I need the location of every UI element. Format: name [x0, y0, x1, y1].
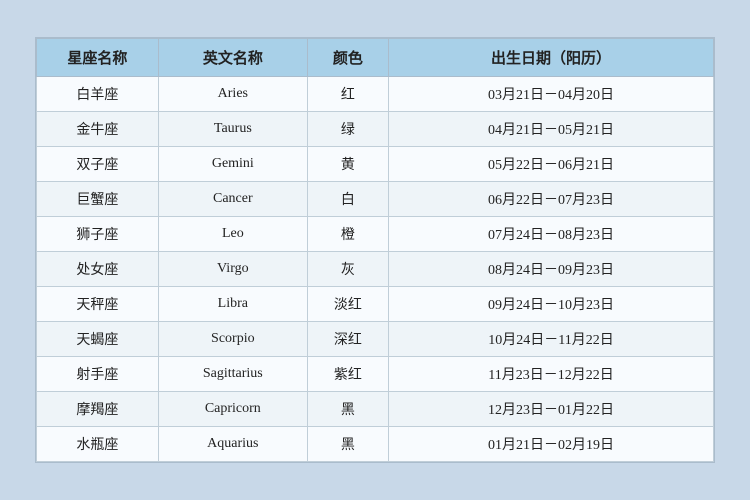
cell-date: 08月24日－09月23日: [389, 252, 714, 287]
cell-chinese: 白羊座: [37, 77, 159, 112]
table-header-row: 星座名称 英文名称 颜色 出生日期（阳历）: [37, 39, 714, 77]
table-row: 天秤座Libra淡红09月24日－10月23日: [37, 287, 714, 322]
cell-color: 红: [307, 77, 388, 112]
cell-date: 01月21日－02月19日: [389, 427, 714, 462]
cell-date: 09月24日－10月23日: [389, 287, 714, 322]
table-row: 天蝎座Scorpio深红10月24日－11月22日: [37, 322, 714, 357]
cell-color: 黑: [307, 427, 388, 462]
table-body: 白羊座Aries红03月21日－04月20日金牛座Taurus绿04月21日－0…: [37, 77, 714, 462]
cell-date: 07月24日－08月23日: [389, 217, 714, 252]
cell-date: 12月23日－01月22日: [389, 392, 714, 427]
cell-color: 黑: [307, 392, 388, 427]
cell-english: Leo: [158, 217, 307, 252]
cell-chinese: 天蝎座: [37, 322, 159, 357]
cell-date: 06月22日－07月23日: [389, 182, 714, 217]
table-row: 狮子座Leo橙07月24日－08月23日: [37, 217, 714, 252]
table-row: 摩羯座Capricorn黑12月23日－01月22日: [37, 392, 714, 427]
cell-english: Gemini: [158, 147, 307, 182]
cell-color: 紫红: [307, 357, 388, 392]
cell-english: Taurus: [158, 112, 307, 147]
cell-chinese: 双子座: [37, 147, 159, 182]
cell-color: 绿: [307, 112, 388, 147]
cell-english: Cancer: [158, 182, 307, 217]
table-row: 巨蟹座Cancer白06月22日－07月23日: [37, 182, 714, 217]
cell-chinese: 狮子座: [37, 217, 159, 252]
cell-chinese: 天秤座: [37, 287, 159, 322]
cell-chinese: 摩羯座: [37, 392, 159, 427]
zodiac-table-container: 星座名称 英文名称 颜色 出生日期（阳历） 白羊座Aries红03月21日－04…: [35, 37, 715, 463]
cell-date: 11月23日－12月22日: [389, 357, 714, 392]
cell-color: 橙: [307, 217, 388, 252]
table-row: 白羊座Aries红03月21日－04月20日: [37, 77, 714, 112]
table-row: 水瓶座Aquarius黑01月21日－02月19日: [37, 427, 714, 462]
header-color: 颜色: [307, 39, 388, 77]
cell-chinese: 巨蟹座: [37, 182, 159, 217]
cell-english: Scorpio: [158, 322, 307, 357]
cell-color: 淡红: [307, 287, 388, 322]
header-chinese: 星座名称: [37, 39, 159, 77]
cell-color: 黄: [307, 147, 388, 182]
table-row: 处女座Virgo灰08月24日－09月23日: [37, 252, 714, 287]
zodiac-table: 星座名称 英文名称 颜色 出生日期（阳历） 白羊座Aries红03月21日－04…: [36, 38, 714, 462]
cell-color: 白: [307, 182, 388, 217]
cell-date: 03月21日－04月20日: [389, 77, 714, 112]
cell-english: Aquarius: [158, 427, 307, 462]
cell-color: 灰: [307, 252, 388, 287]
cell-date: 10月24日－11月22日: [389, 322, 714, 357]
cell-date: 05月22日－06月21日: [389, 147, 714, 182]
table-row: 射手座Sagittarius紫红11月23日－12月22日: [37, 357, 714, 392]
cell-chinese: 射手座: [37, 357, 159, 392]
header-date: 出生日期（阳历）: [389, 39, 714, 77]
cell-english: Libra: [158, 287, 307, 322]
cell-color: 深红: [307, 322, 388, 357]
table-row: 金牛座Taurus绿04月21日－05月21日: [37, 112, 714, 147]
cell-date: 04月21日－05月21日: [389, 112, 714, 147]
table-row: 双子座Gemini黄05月22日－06月21日: [37, 147, 714, 182]
cell-english: Capricorn: [158, 392, 307, 427]
cell-english: Sagittarius: [158, 357, 307, 392]
cell-english: Virgo: [158, 252, 307, 287]
header-english: 英文名称: [158, 39, 307, 77]
cell-english: Aries: [158, 77, 307, 112]
cell-chinese: 处女座: [37, 252, 159, 287]
cell-chinese: 金牛座: [37, 112, 159, 147]
cell-chinese: 水瓶座: [37, 427, 159, 462]
